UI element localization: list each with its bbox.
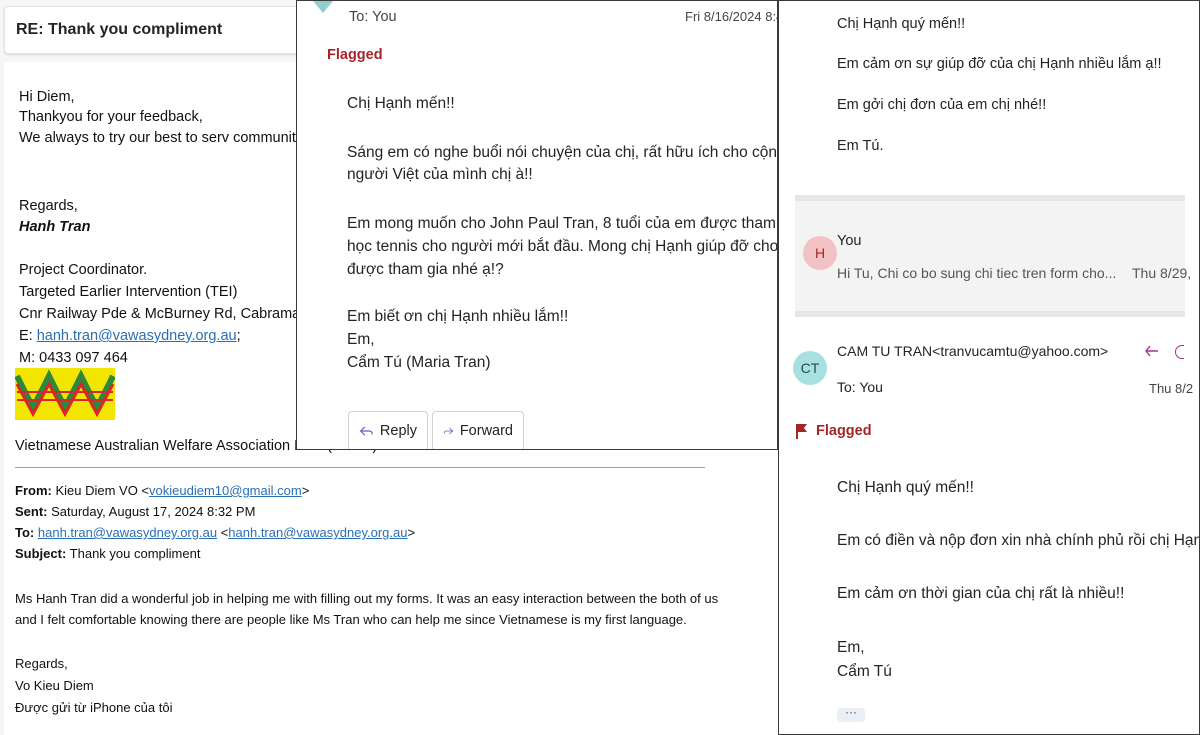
sender-name: Hanh Tran bbox=[19, 219, 91, 235]
msg-line: Em mong muốn cho John Paul Tran, 8 tuổi … bbox=[347, 215, 777, 232]
msg-line: Cẩm Tú bbox=[837, 663, 892, 680]
forward-button[interactable]: Forward bbox=[432, 411, 524, 449]
avatar-partial-icon bbox=[313, 1, 333, 13]
sig-program: Targeted Earlier Intervention (TEI) bbox=[19, 284, 238, 300]
msg-line: Sáng em có nghe buổi nói chuyện của chị,… bbox=[347, 144, 778, 161]
sig-email-link[interactable]: hanh.tran@vawasydney.org.au bbox=[37, 328, 237, 344]
header-to: To: hanh.tran@vawasydney.org.au <hanh.tr… bbox=[15, 525, 415, 540]
collapsed-message-item[interactable]: H You Hi Tu, Chi co bo sung chi tiec tre… bbox=[795, 195, 1191, 317]
sig-address: Cnr Railway Pde & McBurney Rd, Cabramatt… bbox=[19, 306, 317, 322]
prev-msg-line: Em cảm ơn sự giúp đỡ của chị Hạnh nhiều … bbox=[837, 56, 1162, 72]
reply-label: Reply bbox=[379, 423, 417, 439]
reply-icon[interactable] bbox=[1145, 345, 1159, 357]
message-date: Thu 8/2 bbox=[1149, 381, 1194, 396]
msg-line: Em cảm ơn thời gian của chị rất là nhiều… bbox=[837, 585, 1125, 602]
flagged-label: Flagged bbox=[816, 423, 872, 439]
avatar: H bbox=[803, 236, 837, 270]
to-email-link-2[interactable]: hanh.tran@vawasydney.org.au bbox=[228, 525, 407, 540]
to-close: > bbox=[407, 525, 416, 540]
avatar: CT bbox=[793, 351, 827, 385]
msg-line: Chị Hạnh mến!! bbox=[347, 95, 455, 112]
quoted-sig-name: Vo Kieu Diem bbox=[15, 678, 94, 693]
to-mid: < bbox=[217, 525, 229, 540]
msg-line: Em biết ơn chị Hạnh nhiều lắm!! bbox=[347, 308, 569, 325]
prev-msg-line: Em gởi chị đơn của em chị nhé!! bbox=[837, 97, 1047, 113]
collapsed-preview: Hi Tu, Chi co bo sung chi tiec tren form… bbox=[837, 265, 1117, 281]
reply-button[interactable]: Reply bbox=[348, 411, 428, 449]
greeting: Hi Diem, bbox=[19, 89, 75, 105]
quoted-regards: Regards, bbox=[15, 656, 68, 671]
flagged-label: Flagged bbox=[327, 47, 383, 63]
divider bbox=[15, 467, 705, 468]
sig-mobile: M: 0433 097 464 bbox=[19, 350, 128, 366]
quoted-body-line: and I felt comfortable knowing there are… bbox=[15, 612, 687, 627]
email-suffix: ; bbox=[236, 328, 241, 344]
from-close: > bbox=[301, 483, 310, 498]
msg-line: học tennis cho người mới bắt đầu. Mong c… bbox=[347, 238, 778, 255]
quoted-sig-device: Được gửi từ iPhone của tôi bbox=[15, 700, 173, 715]
collapsed-sender: You bbox=[837, 233, 862, 249]
flag-icon bbox=[796, 424, 807, 439]
forward-icon bbox=[443, 427, 454, 435]
header-sent: Sent: Saturday, August 17, 2024 8:32 PM bbox=[15, 504, 255, 519]
prev-msg-line: Chị Hạnh quý mến!! bbox=[837, 16, 966, 32]
message-to: To: You bbox=[349, 9, 397, 25]
forward-label: Forward bbox=[459, 423, 513, 439]
sig-email-line: E: hanh.tran@vawasydney.org.au; bbox=[19, 328, 241, 344]
sent-label: Sent: bbox=[15, 504, 48, 519]
subject-label: Subject: bbox=[15, 546, 67, 561]
header-subject: Subject: Thank you compliment bbox=[15, 546, 200, 561]
msg-line: người Việt của mình chị à!! bbox=[347, 166, 533, 183]
from-email-link[interactable]: vokieudiem10@gmail.com bbox=[149, 483, 302, 498]
subject-value: Thank you compliment bbox=[66, 546, 201, 561]
subject-title: RE: Thank you compliment bbox=[16, 21, 223, 38]
header-from: From: Kieu Diem VO <vokieudiem10@gmail.c… bbox=[15, 483, 309, 498]
msg-line: Em, bbox=[347, 331, 375, 348]
sent-value: Saturday, August 17, 2024 8:32 PM bbox=[47, 504, 256, 519]
from-label: From: bbox=[15, 483, 52, 498]
to-label: To: bbox=[15, 525, 35, 540]
sender-line: CAM TU TRAN<tranvucamtu@yahoo.com> bbox=[837, 343, 1109, 359]
prev-msg-line: Em Tú. bbox=[837, 138, 884, 154]
to-email-link[interactable]: hanh.tran@vawasydney.org.au bbox=[38, 525, 217, 540]
quoted-body-line: Ms Hanh Tran did a wonderful job in help… bbox=[15, 591, 719, 606]
msg-line: Em, bbox=[837, 639, 865, 656]
reply-icon bbox=[359, 426, 373, 436]
msg-line: Cẩm Tú (Maria Tran) bbox=[347, 354, 491, 371]
to-line: To: You bbox=[837, 379, 883, 395]
collapsed-date: Thu 8/29, bbox=[1132, 265, 1192, 281]
sig-title: Project Coordinator. bbox=[19, 262, 148, 278]
from-value: Kieu Diem VO < bbox=[51, 483, 150, 498]
email-label: E: bbox=[19, 328, 37, 344]
msg-line: Chị Hạnh quý mến!! bbox=[837, 479, 974, 496]
body-line: We always to try our best to serv commun… bbox=[19, 130, 307, 146]
thread-panel: Chị Hạnh quý mến!! Em cảm ơn sự giúp đỡ … bbox=[778, 0, 1200, 735]
body-line: Thankyou for your feedback, bbox=[19, 109, 203, 125]
msg-line: Em có điền và nộp đơn xin nhà chính phủ … bbox=[837, 532, 1200, 549]
show-more-button[interactable]: ··· bbox=[837, 706, 865, 722]
vawa-logo bbox=[15, 368, 115, 420]
msg-line: được tham gia nhé ạ!? bbox=[347, 261, 504, 278]
reply-all-icon[interactable] bbox=[1175, 345, 1184, 359]
message-panel: To: You Fri 8/16/2024 8:42 Flagged Chị H… bbox=[296, 0, 778, 450]
message-date: Fri 8/16/2024 8:42 bbox=[685, 9, 777, 24]
regards: Regards, bbox=[19, 198, 78, 214]
